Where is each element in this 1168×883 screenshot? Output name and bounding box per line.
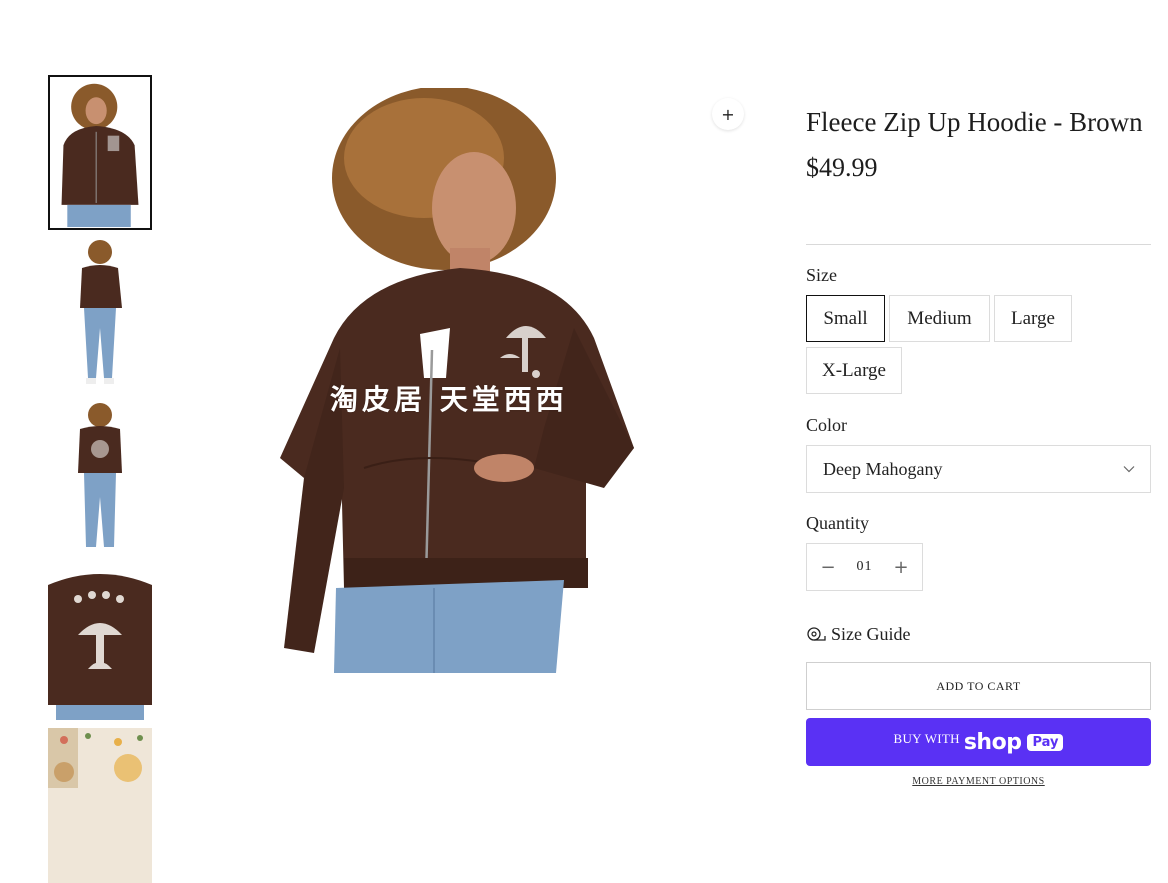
size-option-large[interactable]: Large	[994, 295, 1072, 342]
thumbnail-back-print-closeup[interactable]	[48, 565, 152, 720]
thumbnail-front-view[interactable]	[48, 75, 152, 230]
more-payment-options-link[interactable]: MORE PAYMENT OPTIONS	[806, 776, 1151, 787]
shop-logo: shop	[963, 729, 1022, 755]
quantity-input[interactable]: 01	[841, 544, 888, 590]
thumbnail-lifestyle-photo[interactable]	[48, 728, 152, 883]
size-guide-label: Size Guide	[831, 623, 911, 644]
buy-with-label: BUY WITH	[893, 731, 960, 746]
add-to-cart-button[interactable]: ADD TO CART	[806, 662, 1151, 710]
size-guide-link[interactable]: Size Guide	[806, 622, 910, 646]
quantity-increase-button[interactable]: +	[884, 544, 918, 590]
tape-measure-icon	[807, 627, 826, 641]
minus-icon: −	[820, 556, 836, 578]
zoom-button[interactable]: +	[712, 98, 744, 130]
size-label: Size	[806, 265, 837, 285]
quantity-label: Quantity	[806, 513, 869, 533]
divider	[806, 244, 1151, 245]
chevron-down-icon	[1123, 466, 1135, 473]
thumbnail-back-full-view[interactable]	[48, 401, 152, 556]
color-select-value: Deep Mahogany	[823, 458, 943, 479]
buy-with-shop-pay-button[interactable]: BUY WITH shop Pay	[806, 718, 1151, 766]
color-select[interactable]: Deep Mahogany	[806, 445, 1151, 493]
product-title: Fleece Zip Up Hoodie - Brown	[806, 107, 1143, 137]
size-option-x-large[interactable]: X-Large	[806, 347, 902, 394]
pay-badge: Pay	[1027, 733, 1064, 751]
quantity-decrease-button[interactable]: −	[811, 544, 845, 590]
product-price: $49.99	[806, 153, 878, 182]
quantity-stepper: − 01 +	[806, 543, 923, 591]
image-watermark: 淘皮居 天堂西西	[330, 383, 568, 416]
plus-icon: +	[721, 104, 735, 124]
color-label: Color	[806, 415, 848, 435]
size-option-small[interactable]: Small	[806, 295, 885, 342]
plus-icon: +	[893, 556, 909, 578]
thumbnail-side-full-view[interactable]	[48, 238, 152, 393]
product-info: Fleece Zip Up Hoodie - Brown $49.99	[806, 106, 1151, 183]
size-option-medium[interactable]: Medium	[889, 295, 990, 342]
